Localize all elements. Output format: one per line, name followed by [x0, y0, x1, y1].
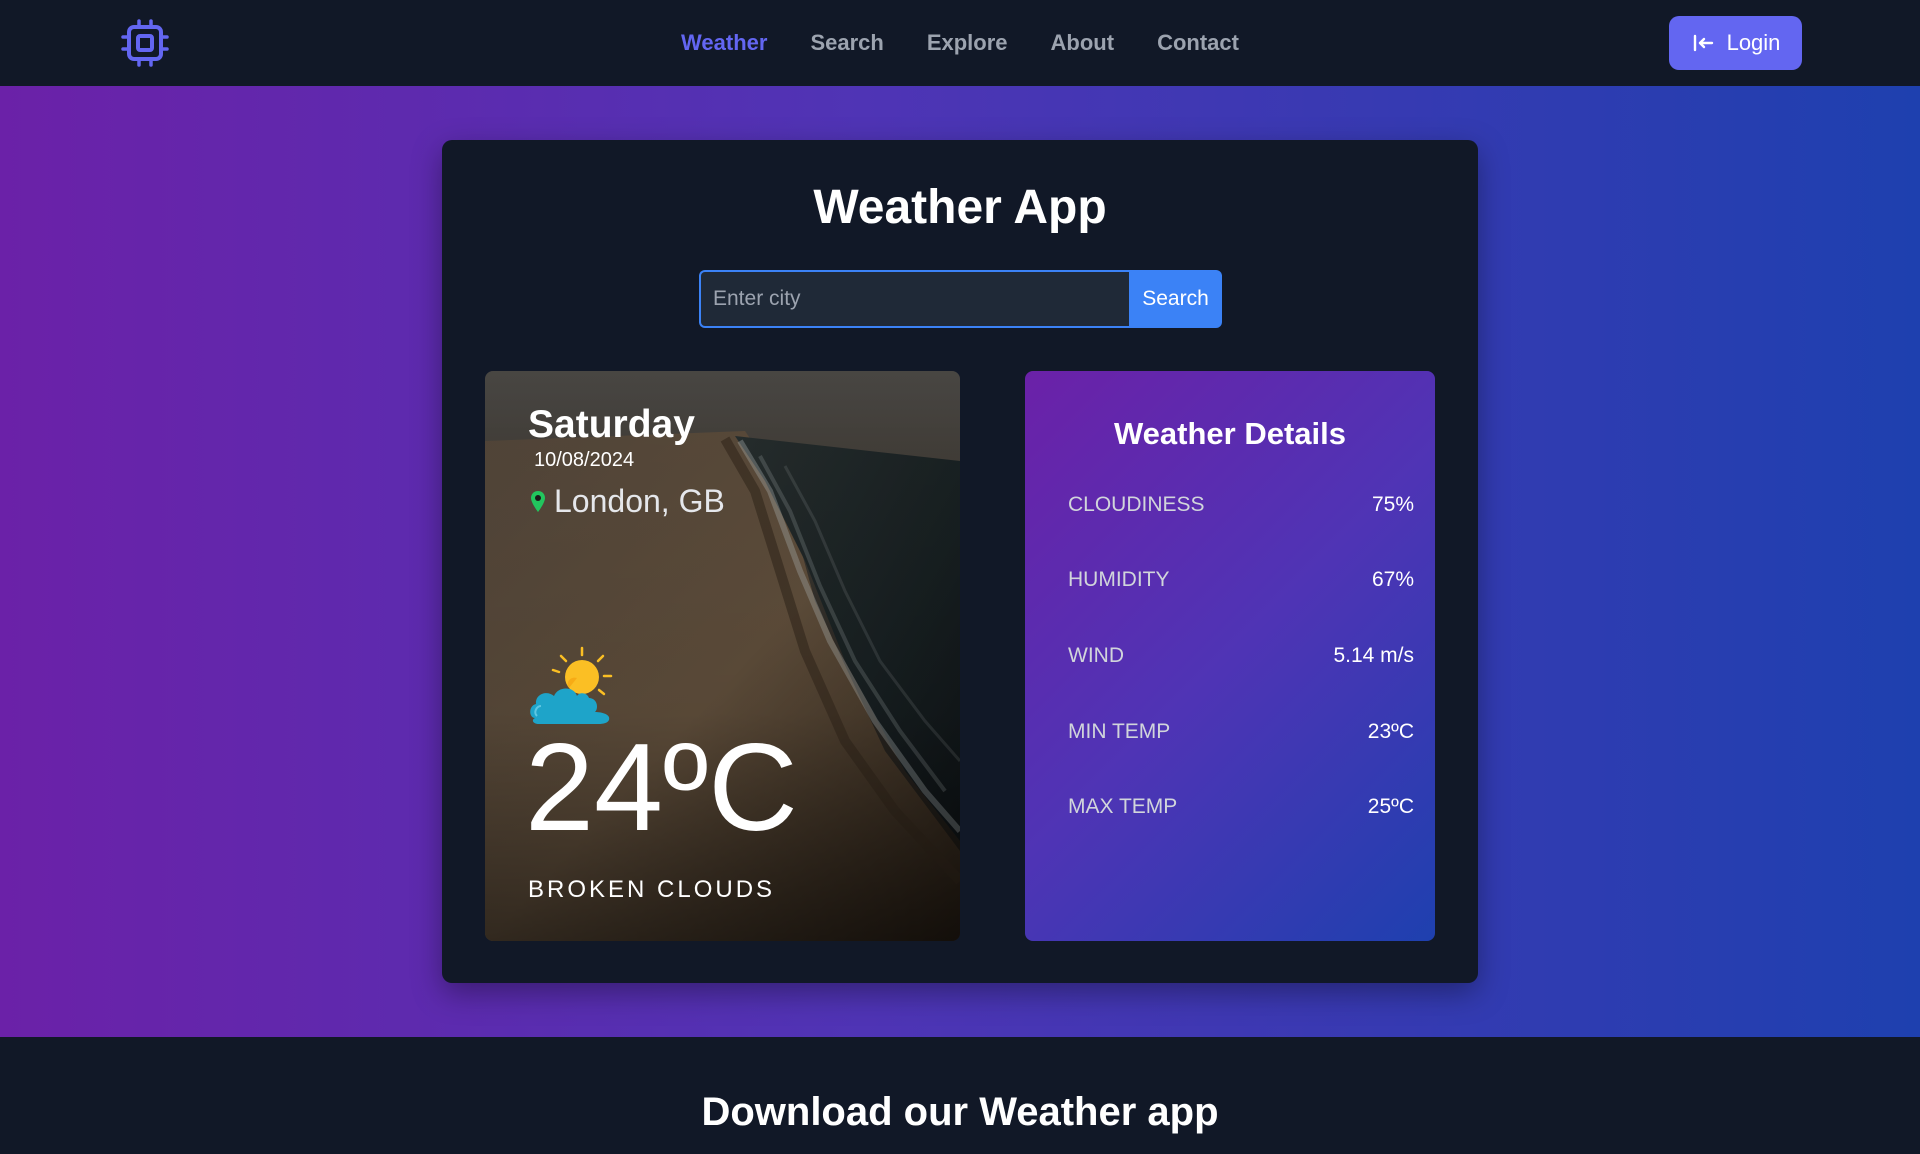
city-search-form: Search — [699, 270, 1222, 328]
weather-description: BROKEN CLOUDS — [528, 876, 776, 903]
details-title: Weather Details — [1113, 416, 1346, 451]
nav-link-contact[interactable]: Contact — [1157, 30, 1239, 56]
nav-link-search[interactable]: Search — [810, 30, 883, 56]
current-temperature: 24ºC — [525, 719, 798, 857]
download-app-title: Download our Weather app — [701, 1090, 1219, 1134]
weather-location: London, GB — [530, 483, 725, 520]
nav-link-about[interactable]: About — [1051, 30, 1115, 56]
login-label: Login — [1726, 30, 1781, 55]
location-pin-icon — [531, 490, 545, 512]
sun-behind-cloud-icon — [530, 646, 613, 724]
detail-row-min-temp: MIN TEMP 23ºC — [1068, 720, 1414, 744]
city-search-button[interactable]: Search — [1129, 270, 1222, 328]
detail-value: 23ºC — [1367, 720, 1414, 743]
weather-app-card: Weather App Search — [442, 140, 1478, 983]
weather-details-card: Weather Details CLOUDINESS 75% HUMIDITY … — [1025, 371, 1435, 941]
detail-row-cloudiness: CLOUDINESS 75% — [1068, 493, 1414, 517]
nav-link-weather[interactable]: Weather — [681, 30, 767, 56]
detail-label: WIND — [1068, 644, 1124, 667]
top-navbar: Weather Search Explore About Contact Log… — [0, 0, 1920, 86]
detail-row-wind: WIND 5.14 m/s — [1068, 644, 1414, 668]
login-arrow-icon — [1693, 34, 1713, 52]
location-text: London, GB — [554, 483, 725, 519]
nav-link-explore[interactable]: Explore — [927, 30, 1008, 56]
detail-value: 5.14 m/s — [1333, 644, 1414, 667]
detail-value: 75% — [1371, 493, 1414, 516]
main-nav: Weather Search Explore About Contact — [0, 0, 1920, 86]
city-search-input[interactable] — [699, 270, 1129, 328]
detail-value: 67% — [1371, 568, 1414, 591]
detail-label: HUMIDITY — [1068, 568, 1170, 591]
weather-date: 10/08/2024 — [534, 449, 635, 471]
detail-label: MAX TEMP — [1068, 795, 1178, 818]
detail-value: 25ºC — [1367, 795, 1414, 818]
detail-label: CLOUDINESS — [1068, 493, 1205, 516]
app-title: Weather App — [813, 181, 1107, 234]
detail-label: MIN TEMP — [1068, 720, 1171, 743]
detail-row-humidity: HUMIDITY 67% — [1068, 568, 1414, 592]
detail-row-max-temp: MAX TEMP 25ºC — [1068, 795, 1414, 819]
weather-day: Saturday — [528, 403, 695, 446]
login-button[interactable]: Login — [1669, 16, 1802, 70]
current-weather-card: Saturday 10/08/2024 London, GB 24ºC BROK… — [485, 371, 960, 941]
